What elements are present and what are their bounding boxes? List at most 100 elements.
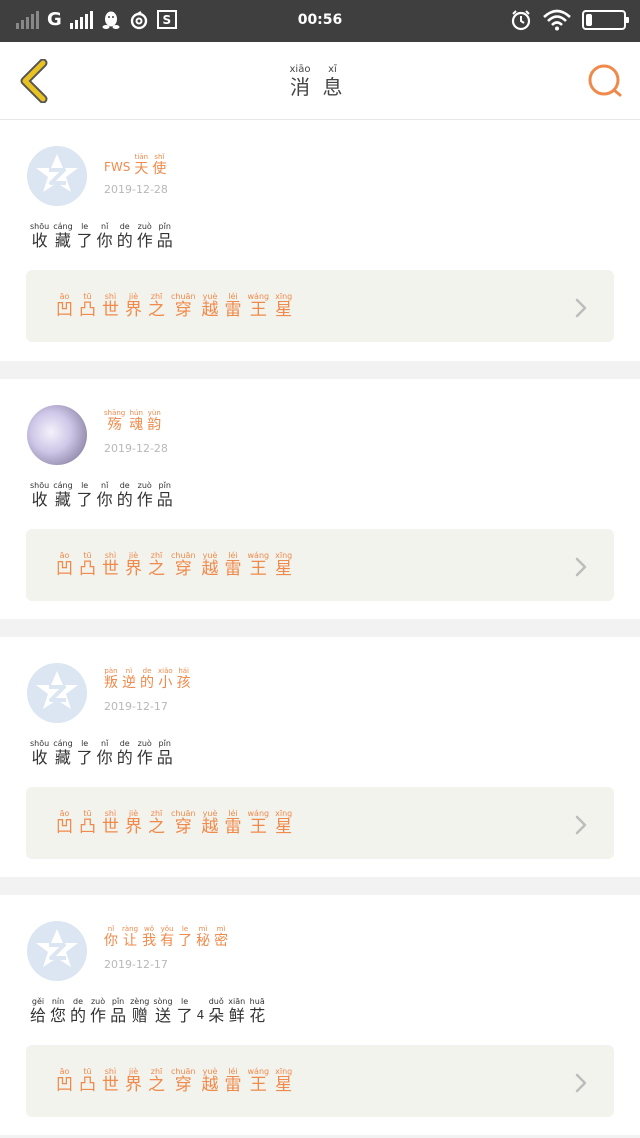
search-icon[interactable] [586,62,624,100]
character-label: 你 [104,933,118,949]
avatar[interactable] [27,921,87,981]
character-label: 雷 [224,1075,242,1095]
ruby-char: shōu 收 [30,222,49,250]
pinyin-label: tiān [134,153,149,161]
ruby-char: xīng 星 [275,551,292,579]
character-label: 了 [178,933,193,949]
pinyin-label: de [142,667,152,675]
ruby-char: zèng 赠 [130,997,149,1025]
pinyin-label: de [119,739,130,748]
work-link[interactable]: āo 凹 tū 凸 shì 世 jiè 界 zhī 之 chuān 穿 yuè 越 léi 雷 wáng 王 xīn… [26,270,614,342]
work-link[interactable]: āo 凹 tū 凸 shì 世 jiè 界 zhī 之 chuān 穿 yuè 越 léi 雷 wáng 王 xīn… [26,787,614,859]
ruby-char: yuè 越 [202,809,219,837]
pinyin-label: cáng [53,222,73,231]
ruby-char: tū 凸 [79,292,96,320]
pinyin-label: shāng [104,409,126,417]
ruby-char: chuān 穿 [171,1067,196,1095]
character-label: 的 [116,748,133,767]
username[interactable]: FWS tiān 天 shǐ 使 [104,150,170,177]
status-right-icons [510,9,629,31]
message-text: shōu 收 cáng 藏 le 了 nǐ 你 de 的 zuò 作 pǐn 品 [30,481,177,509]
work-link[interactable]: āo 凹 tū 凸 shì 世 jiè 界 zhī 之 chuān 穿 yuè 越 léi 雷 wáng 王 xīn… [26,529,614,601]
character-label: 你 [96,490,113,509]
character-label: 的 [116,231,133,250]
pinyin-label: le [81,222,89,231]
pinyin-label: shǐ [154,153,165,161]
pinyin-label: le [81,481,89,490]
character-label: 作 [90,1006,107,1025]
pinyin-label: nǐ [107,925,115,933]
ruby-char: shōu 收 [30,481,49,509]
character-label: 作 [136,748,153,767]
character-label: 品 [156,748,173,767]
character-label: 凹 [56,559,73,579]
character-label: 越 [201,817,219,837]
ruby-char: mì 密 [214,925,228,949]
pinyin-label: yùn [147,409,161,417]
character-label: 王 [249,817,267,837]
avatar[interactable] [27,663,87,723]
character-label: 王 [249,1075,267,1095]
character-label: 殇 [107,417,122,433]
ruby-char: cáng 藏 [53,739,72,767]
username[interactable]: shāng 殇 hún 魂 yùn 韵 [104,409,165,433]
message-text: shōu 收 cáng 藏 le 了 nǐ 你 de 的 zuò 作 pǐn 品 [30,222,177,250]
ruby-char: zuò 作 [137,739,153,767]
ruby-char: nǐ 你 [97,739,113,767]
character-label: 小 [158,675,173,691]
character-label: 有 [160,933,175,949]
pinyin-label: mì [216,925,226,933]
app-header: xiāo 消 xī 息 [0,42,640,120]
pinyin-label: gěi [31,997,45,1006]
ruby-char: xīng 星 [275,1067,292,1095]
pinyin-label: xiāo [289,64,311,75]
message-date: 2019-12-28 [104,442,168,455]
ruby-char: pǐn 品 [157,739,173,767]
status-bar: G S 00:56 [0,0,640,42]
chevron-right-icon [574,1072,588,1098]
character-label: 品 [156,490,173,509]
character-label: 越 [201,300,219,320]
username[interactable]: pàn 叛 nì 逆 de 的 xiǎo 小 hái 孩 [104,667,195,691]
message-date: 2019-12-28 [104,183,168,196]
character-label: 之 [148,817,165,837]
character-label: 鲜 [228,1006,245,1025]
ruby-char: xīng 星 [275,809,292,837]
ruby-char: tū 凸 [79,1067,96,1095]
character-label: 密 [214,933,229,949]
pinyin-label: zuò [90,997,106,1006]
message-list: FWS tiān 天 shǐ 使 2019-12-28 shōu 收 cáng 藏 le 了 nǐ 你 de… [0,120,640,1135]
pinyin-label: shōu [30,222,50,231]
character-label: 界 [125,1075,142,1095]
ruby-char: nǐ 你 [97,222,113,250]
character-label: 世 [102,1075,119,1095]
character-label: 的 [116,490,133,509]
pinyin-label: pǐn [158,739,171,748]
character-label: 收 [31,748,48,767]
character-label: 你 [96,748,113,767]
character-label: 凸 [79,300,96,320]
character-label: 你 [96,231,113,250]
chevron-right-icon [574,297,588,323]
pinyin-label: le [181,997,189,1006]
ruby-char: huā 花 [249,997,265,1025]
character-label: 世 [102,300,119,320]
character-label: 赠 [131,1006,148,1025]
ruby-char: xiāo 消 [290,64,311,99]
ruby-char: āo 凹 [56,551,73,579]
character-label: 品 [110,1006,127,1025]
ruby-char: jiè 界 [125,1067,142,1095]
ruby-char: wǒ 我 [142,925,156,949]
avatar[interactable] [27,405,87,465]
message-date: 2019-12-17 [104,958,168,971]
work-link[interactable]: āo 凹 tū 凸 shì 世 jiè 界 zhī 之 chuān 穿 yuè 越 léi 雷 wáng 王 xīn… [26,1045,614,1117]
ruby-char: chuān 穿 [171,551,196,579]
character-label: 了 [76,490,93,509]
pinyin-label: nín [51,997,65,1006]
ruby-char: āo 凹 [56,809,73,837]
avatar[interactable] [27,146,87,206]
ruby-char: xiǎo 小 [158,667,173,691]
character-label: 藏 [54,231,71,250]
character-label: 之 [148,559,165,579]
username[interactable]: nǐ 你 ràng 让 wǒ 我 yǒu 有 le 了 mì 秘 mì 密 [104,925,232,949]
